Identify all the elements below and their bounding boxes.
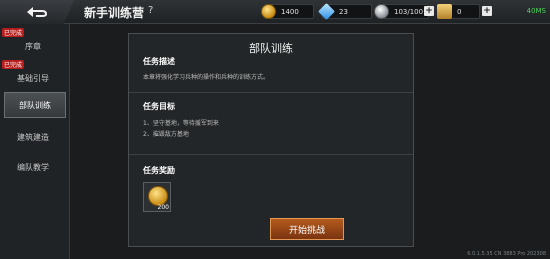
energy-counter: 103/100 bbox=[374, 4, 429, 19]
goal-heading: 任务目标 bbox=[143, 102, 175, 111]
sidebar-item-troop-training[interactable]: 部队训练 bbox=[4, 92, 66, 118]
sidebar: 已完成 序章 已完成 基础引导 部队训练 建筑建造 编队教学 bbox=[0, 24, 69, 259]
energy-icon bbox=[374, 4, 389, 19]
sidebar-item-prologue[interactable]: 已完成 序章 bbox=[0, 28, 66, 58]
medal-icon bbox=[437, 4, 452, 19]
panel-title: 部队训练 bbox=[249, 42, 293, 55]
description-heading: 任务描述 bbox=[143, 57, 175, 66]
completed-badge: 已完成 bbox=[2, 60, 25, 69]
goal-item: 1、坚守基地，等待援军到来 bbox=[143, 120, 219, 127]
sidebar-item-building[interactable]: 建筑建造 bbox=[0, 122, 66, 152]
version-text: 6.0.1.5.35 CN 3883 Pro 202308 bbox=[467, 251, 546, 257]
top-bar: 新手训练营 ? 1400 23 103/100 + 0 + 40MS bbox=[0, 0, 550, 24]
reward-heading: 任务奖励 bbox=[143, 166, 175, 175]
back-button[interactable] bbox=[0, 0, 74, 24]
section-divider bbox=[129, 154, 413, 155]
completed-badge: 已完成 bbox=[2, 28, 25, 37]
add-badge-button[interactable]: + bbox=[482, 6, 492, 16]
back-arrow-icon bbox=[27, 7, 47, 17]
goal-item: 2、摧毁敌方基地 bbox=[143, 131, 189, 138]
add-energy-button[interactable]: + bbox=[424, 6, 434, 16]
gold-coin-icon bbox=[148, 186, 168, 206]
diamond-icon bbox=[318, 3, 335, 20]
reward-amount: 200 bbox=[157, 204, 169, 211]
sidebar-item-basic-guide[interactable]: 已完成 基础引导 bbox=[0, 60, 66, 90]
section-divider bbox=[129, 92, 413, 93]
gem-counter: 23 bbox=[318, 3, 372, 20]
gold-counter: 1400 bbox=[261, 4, 314, 19]
description-text: 本章将强化学习兵种的操作和兵种的训练方式。 bbox=[143, 74, 270, 81]
sidebar-item-formation[interactable]: 编队教学 bbox=[0, 152, 66, 182]
badge-counter: 0 bbox=[437, 4, 480, 19]
network-latency: 40MS bbox=[526, 7, 546, 15]
mission-panel: 部队训练 任务描述 本章将强化学习兵种的操作和兵种的训练方式。 任务目标 1、坚… bbox=[128, 33, 414, 247]
reward-item[interactable]: 200 bbox=[143, 182, 171, 212]
help-button[interactable]: ? bbox=[148, 5, 153, 16]
page-title: 新手训练营 bbox=[84, 6, 145, 20]
start-challenge-button[interactable]: 开始挑战 bbox=[270, 218, 344, 240]
sidebar-divider bbox=[69, 24, 70, 259]
gold-coin-icon bbox=[261, 4, 276, 19]
